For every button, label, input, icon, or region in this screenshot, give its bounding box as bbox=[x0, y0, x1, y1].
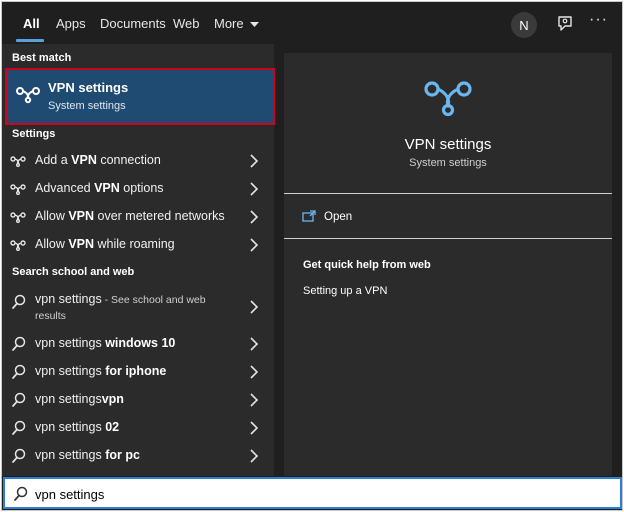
settings-item[interactable]: Add a VPN connection bbox=[2, 147, 274, 175]
avatar[interactable]: N bbox=[511, 12, 537, 38]
vpn-icon bbox=[10, 156, 26, 167]
tab-web[interactable]: Web bbox=[173, 16, 200, 31]
web-item-suffix: - See school and web bbox=[101, 294, 206, 306]
tab-more-label: More bbox=[214, 16, 244, 31]
more-options-icon[interactable]: ··· bbox=[589, 11, 608, 29]
search-icon bbox=[12, 364, 26, 379]
vpn-icon bbox=[10, 240, 26, 251]
web-item-label-bold: vpn bbox=[101, 392, 124, 406]
search-icon bbox=[12, 336, 26, 351]
settings-item-label-pre: Allow bbox=[35, 209, 69, 223]
web-item-label-bold: for iphone bbox=[105, 364, 167, 378]
preview-panel: VPN settings System settings Open Get qu… bbox=[284, 53, 612, 476]
settings-item[interactable]: Advanced VPN options bbox=[2, 175, 274, 203]
vpn-icon bbox=[16, 87, 40, 104]
vpn-icon bbox=[10, 212, 26, 223]
chevron-right-icon bbox=[250, 365, 259, 379]
chevron-right-icon bbox=[250, 337, 259, 351]
settings-item[interactable]: Allow VPN over metered networks bbox=[2, 203, 274, 231]
tab-documents[interactable]: Documents bbox=[100, 16, 166, 31]
quick-help-header: Get quick help from web bbox=[303, 259, 431, 271]
vpn-icon bbox=[10, 184, 26, 195]
settings-item-label-post: options bbox=[119, 181, 164, 195]
chevron-right-icon bbox=[250, 182, 259, 196]
settings-item-label-post: over metered networks bbox=[94, 209, 225, 223]
best-match-title: VPN settings bbox=[48, 80, 129, 95]
web-search-item[interactable]: vpn settings - See school and web result… bbox=[2, 288, 274, 324]
caret-down-icon bbox=[250, 21, 260, 27]
chevron-right-icon bbox=[250, 238, 259, 252]
results-panel: Best match VPN settings System settings … bbox=[2, 44, 275, 476]
settings-header: Settings bbox=[12, 128, 56, 140]
web-search-item[interactable]: vpn settings 02 bbox=[2, 414, 274, 442]
settings-item-label-pre: Advanced bbox=[35, 181, 95, 195]
web-search-item[interactable]: vpn settings for iphone bbox=[2, 358, 274, 386]
chevron-right-icon bbox=[250, 154, 259, 168]
web-item-label-bold: windows 10 bbox=[105, 336, 176, 350]
settings-item[interactable]: Allow VPN while roaming bbox=[2, 231, 274, 259]
web-search-header: Search school and web bbox=[12, 266, 135, 278]
tab-all[interactable]: All bbox=[23, 16, 40, 31]
web-item-label-pre: vpn settings bbox=[35, 364, 106, 378]
web-item-label-pre: vpn settings bbox=[35, 336, 106, 350]
web-item-label-bold: 02 bbox=[105, 420, 120, 434]
search-input[interactable] bbox=[35, 484, 595, 504]
search-icon bbox=[12, 294, 26, 309]
web-item-suffix-2: results bbox=[35, 310, 66, 322]
top-tab-bar: All Apps Documents Web More N ··· bbox=[2, 2, 622, 44]
divider bbox=[284, 238, 612, 239]
search-icon bbox=[12, 448, 26, 463]
settings-item-label-pre: Add a bbox=[35, 153, 72, 167]
web-item-label-pre: vpn settings bbox=[35, 448, 106, 462]
settings-item-label-bold: VPN bbox=[71, 153, 97, 167]
chevron-right-icon bbox=[250, 421, 259, 435]
web-search-item[interactable]: vpn settingsvpn bbox=[2, 386, 274, 414]
web-item-label: vpn settings bbox=[35, 292, 102, 306]
quick-help-link[interactable]: Setting up a VPN bbox=[303, 285, 387, 297]
settings-item-label-bold: VPN bbox=[68, 237, 95, 251]
divider bbox=[284, 193, 612, 194]
active-tab-indicator bbox=[16, 39, 44, 42]
web-item-label-bold: for pc bbox=[105, 448, 140, 462]
best-match-item[interactable]: VPN settings System settings bbox=[5, 68, 275, 125]
chevron-right-icon bbox=[250, 300, 259, 314]
search-icon bbox=[14, 486, 28, 501]
preview-subtitle: System settings bbox=[409, 157, 487, 169]
preview-title: VPN settings bbox=[404, 136, 492, 153]
vpn-icon bbox=[424, 81, 472, 117]
feedback-icon[interactable] bbox=[555, 14, 575, 34]
chevron-right-icon bbox=[250, 449, 259, 463]
settings-item-label-pre: Allow bbox=[35, 237, 69, 251]
settings-item-label-bold: VPN bbox=[68, 209, 95, 223]
web-item-label-pre: vpn settings bbox=[35, 420, 106, 434]
search-window: All Apps Documents Web More N ··· Best m… bbox=[1, 1, 623, 511]
tab-apps[interactable]: Apps bbox=[56, 16, 86, 31]
settings-item-label-post: while roaming bbox=[94, 237, 175, 251]
settings-item-label-bold: VPN bbox=[94, 181, 120, 195]
search-icon bbox=[12, 392, 26, 407]
search-bar[interactable] bbox=[3, 477, 622, 509]
search-icon bbox=[12, 420, 26, 435]
web-search-item[interactable]: vpn settings for pc bbox=[2, 442, 274, 470]
best-match-header: Best match bbox=[12, 52, 72, 64]
chevron-right-icon bbox=[250, 393, 259, 407]
best-match-subtitle: System settings bbox=[48, 100, 126, 112]
chevron-right-icon bbox=[250, 210, 259, 224]
open-icon[interactable] bbox=[302, 210, 316, 222]
open-action[interactable]: Open bbox=[324, 211, 352, 223]
web-item-label-pre: vpn settings bbox=[35, 392, 102, 406]
web-search-item[interactable]: vpn settings windows 10 bbox=[2, 330, 274, 358]
settings-item-label-post: connection bbox=[96, 153, 161, 167]
tab-more[interactable]: More bbox=[214, 16, 260, 31]
